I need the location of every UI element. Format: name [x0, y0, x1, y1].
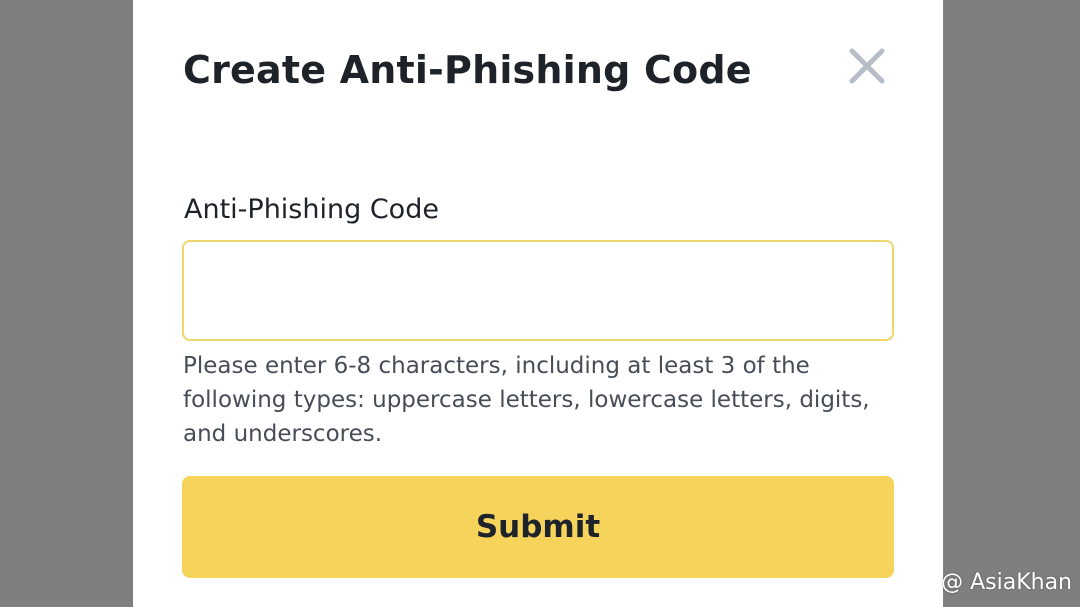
submit-button[interactable]: Submit: [182, 476, 894, 578]
binance-logo-icon: [907, 573, 937, 591]
modal-title: Create Anti-Phishing Code: [183, 48, 752, 92]
close-icon: [849, 48, 885, 84]
watermark-handle: @ AsiaKhan: [941, 569, 1072, 595]
close-button[interactable]: [845, 44, 889, 88]
helper-text: Please enter 6-8 characters, including a…: [183, 353, 870, 447]
anti-phishing-modal: Create Anti-Phishing Code Anti-Phishing …: [133, 0, 943, 607]
anti-phishing-code-input[interactable]: [182, 240, 894, 341]
anti-phishing-code-label: Anti-Phishing Code: [184, 194, 439, 225]
watermark: @ AsiaKhan: [907, 567, 1072, 597]
